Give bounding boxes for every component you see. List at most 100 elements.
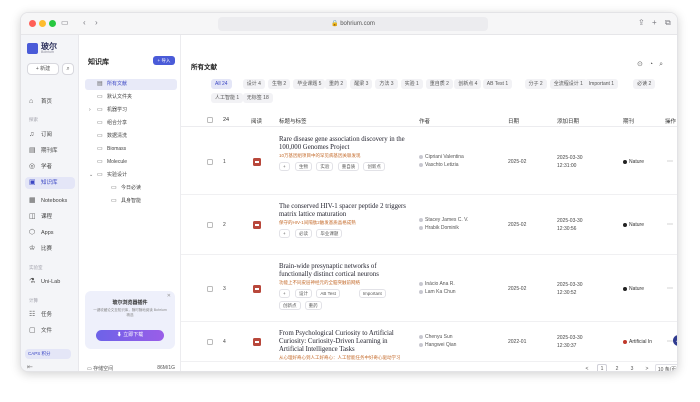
add-tag-button[interactable]: +	[279, 289, 290, 298]
row-checkbox[interactable]	[207, 286, 213, 292]
url-bar[interactable]: 🔒 bohrium.com	[218, 17, 488, 31]
more-actions-icon[interactable]: ⋯	[667, 158, 673, 165]
row-checkbox[interactable]	[207, 339, 213, 345]
row-tag[interactable]: 必读	[295, 229, 312, 238]
pagination-page-3[interactable]: 3	[627, 364, 637, 371]
paper-title[interactable]: Rare disease gene association discovery …	[279, 136, 407, 152]
nav-item-home[interactable]: ⌂ 首页	[25, 96, 75, 108]
folder-item[interactable]: ▭ 数据清洗	[85, 131, 177, 142]
column-journal[interactable]: 期刊	[623, 117, 634, 125]
journal-name[interactable]: Nature	[623, 159, 644, 165]
folder-item[interactable]: › ▭ 机器学习	[85, 105, 177, 116]
tag-filter[interactable]: 重药 2	[325, 79, 348, 89]
nav-item-competitions[interactable]: ♔ 比赛	[25, 243, 75, 255]
sidebar-toggle-icon[interactable]: ▭	[61, 18, 69, 27]
row-tag[interactable]: Important	[358, 289, 386, 298]
tag-filter[interactable]: 无标签 18	[242, 93, 273, 103]
tag-filter[interactable]: 创新点 4	[454, 79, 482, 89]
tag-filter[interactable]: 方法 3	[375, 79, 398, 89]
tag-filter[interactable]: All 24	[211, 79, 232, 89]
pagination-page-1[interactable]: 1	[597, 364, 607, 371]
folder-item[interactable]: ▭ 默认文件夹	[85, 92, 177, 103]
author-name[interactable]: Vaschto Letizia	[419, 162, 459, 168]
tag-filter[interactable]: AB Test 1	[482, 79, 513, 89]
table-row[interactable]: 2 The conserved HIV-1 spacer peptide 2 tr…	[181, 195, 677, 255]
row-checkbox[interactable]	[207, 159, 213, 165]
more-actions-icon[interactable]: ⋯	[667, 285, 673, 292]
add-tag-button[interactable]: +	[279, 229, 290, 238]
journal-name[interactable]: Artificial In	[623, 339, 652, 345]
column-added-date[interactable]: 添加日期	[557, 117, 579, 125]
author-name[interactable]: Hangwei Qian	[419, 342, 456, 348]
tag-icon[interactable]: ◔	[649, 61, 659, 68]
tag-filter[interactable]: 人工智能 1	[211, 93, 244, 103]
paper-title[interactable]: Brain-wide presynaptic networks of funct…	[279, 263, 407, 279]
tag-filter[interactable]: 醒梁 3	[350, 79, 373, 89]
collapse-sidebar-icon[interactable]: ⇤	[27, 363, 33, 371]
pdf-icon[interactable]	[253, 158, 261, 166]
chevron-down-icon[interactable]: ⌄	[89, 170, 93, 181]
forward-arrow-icon[interactable]: ›	[95, 18, 98, 27]
tag-filter[interactable]: Important 1	[584, 79, 619, 89]
paper-title[interactable]: From Psychological Curiosity to Artifici…	[279, 330, 407, 354]
tab-overview-icon[interactable]: ⧉	[665, 18, 671, 28]
folder-item[interactable]: ▭ 今日必读	[85, 183, 177, 194]
author-name[interactable]: Cipriani Valentina	[419, 154, 464, 160]
brand-logo[interactable]: 玻尔 Bohrium	[27, 41, 75, 57]
minimize-window-button[interactable]	[39, 20, 46, 27]
back-arrow-icon[interactable]: ‹	[83, 18, 86, 27]
author-name[interactable]: Lam Ka Chun	[419, 289, 456, 295]
folder-item[interactable]: ▭ Biomass	[85, 144, 177, 155]
row-tag[interactable]: 重自质	[337, 162, 360, 171]
zoom-window-button[interactable]	[49, 20, 56, 27]
paper-title[interactable]: The conserved HIV-1 spacer peptide 2 tri…	[279, 203, 407, 219]
folder-item[interactable]: ▭ 具身智能	[85, 196, 177, 207]
column-date[interactable]: 日期	[508, 117, 519, 125]
folder-item[interactable]: ▭ Molecule	[85, 157, 177, 168]
caps-points-badge[interactable]: CAPS 积分	[25, 349, 71, 359]
tag-filter[interactable]: 设计 4	[242, 79, 265, 89]
pdf-icon[interactable]	[253, 285, 261, 293]
column-title[interactable]: 标题与标签	[279, 117, 307, 125]
nav-item-scholars[interactable]: ◎ 学者	[25, 161, 75, 173]
table-row[interactable]: 3 Brain-wide presynaptic networks of func…	[181, 255, 677, 322]
folder-item[interactable]: ▤ 所有文献	[85, 79, 177, 90]
search-icon[interactable]: ⌕	[62, 63, 74, 75]
nav-item-journals[interactable]: ▤ 期刊库	[25, 145, 75, 157]
tag-filter[interactable]: 重自质 2	[425, 79, 453, 89]
author-name[interactable]: Stacey James C. V.	[419, 217, 468, 223]
settings-icon[interactable]: ⊙	[637, 61, 649, 68]
row-tag[interactable]: 生物	[295, 162, 312, 171]
tag-filter[interactable]: 生物 2	[268, 79, 291, 89]
author-name[interactable]: Hrabik Dominik	[419, 225, 459, 231]
pagination-prev[interactable]: <	[582, 364, 592, 371]
tag-filter[interactable]: 分子 2	[524, 79, 547, 89]
new-button[interactable]: + 新建	[27, 63, 59, 75]
pdf-icon[interactable]	[253, 221, 261, 229]
chevron-right-icon[interactable]: ›	[89, 105, 91, 116]
author-name[interactable]: Chenyu Sun	[419, 334, 453, 340]
journal-name[interactable]: Nature	[623, 286, 644, 292]
nav-item-tasks[interactable]: ☷ 任务	[25, 309, 75, 321]
row-tag[interactable]: 创新点	[279, 301, 301, 310]
pagination-next[interactable]: >	[642, 364, 652, 371]
tag-filter[interactable]: 毕业课题 5	[293, 79, 326, 89]
nav-item-unilab[interactable]: ⚗ Uni-Lab	[25, 276, 75, 288]
row-tag[interactable]: 实验	[316, 162, 334, 171]
ai-assistant-button[interactable]: AI	[673, 335, 677, 346]
nav-item-apps[interactable]: ⬡ Apps	[25, 227, 75, 239]
import-button[interactable]: + 导入	[153, 56, 175, 65]
row-tag[interactable]: AB Test	[316, 289, 340, 298]
select-all-checkbox[interactable]	[207, 117, 213, 123]
more-actions-icon[interactable]: ⋯	[667, 221, 673, 228]
nav-item-notebooks[interactable]: ▦ Notebooks	[25, 195, 75, 207]
share-icon[interactable]: ⇪	[638, 18, 645, 27]
search-icon[interactable]: ⌕	[659, 61, 669, 68]
nav-item-subscribe[interactable]: ♫ 订阅	[25, 129, 75, 141]
journal-name[interactable]: Nature	[623, 222, 644, 228]
tag-filter[interactable]: 必读 2	[633, 79, 656, 89]
close-window-button[interactable]	[29, 20, 36, 27]
download-plugin-button[interactable]: ⬇ 立即下载	[96, 330, 164, 341]
tag-filter[interactable]: 全流程设计 1	[549, 79, 587, 89]
row-tag[interactable]: 设计	[295, 289, 312, 298]
